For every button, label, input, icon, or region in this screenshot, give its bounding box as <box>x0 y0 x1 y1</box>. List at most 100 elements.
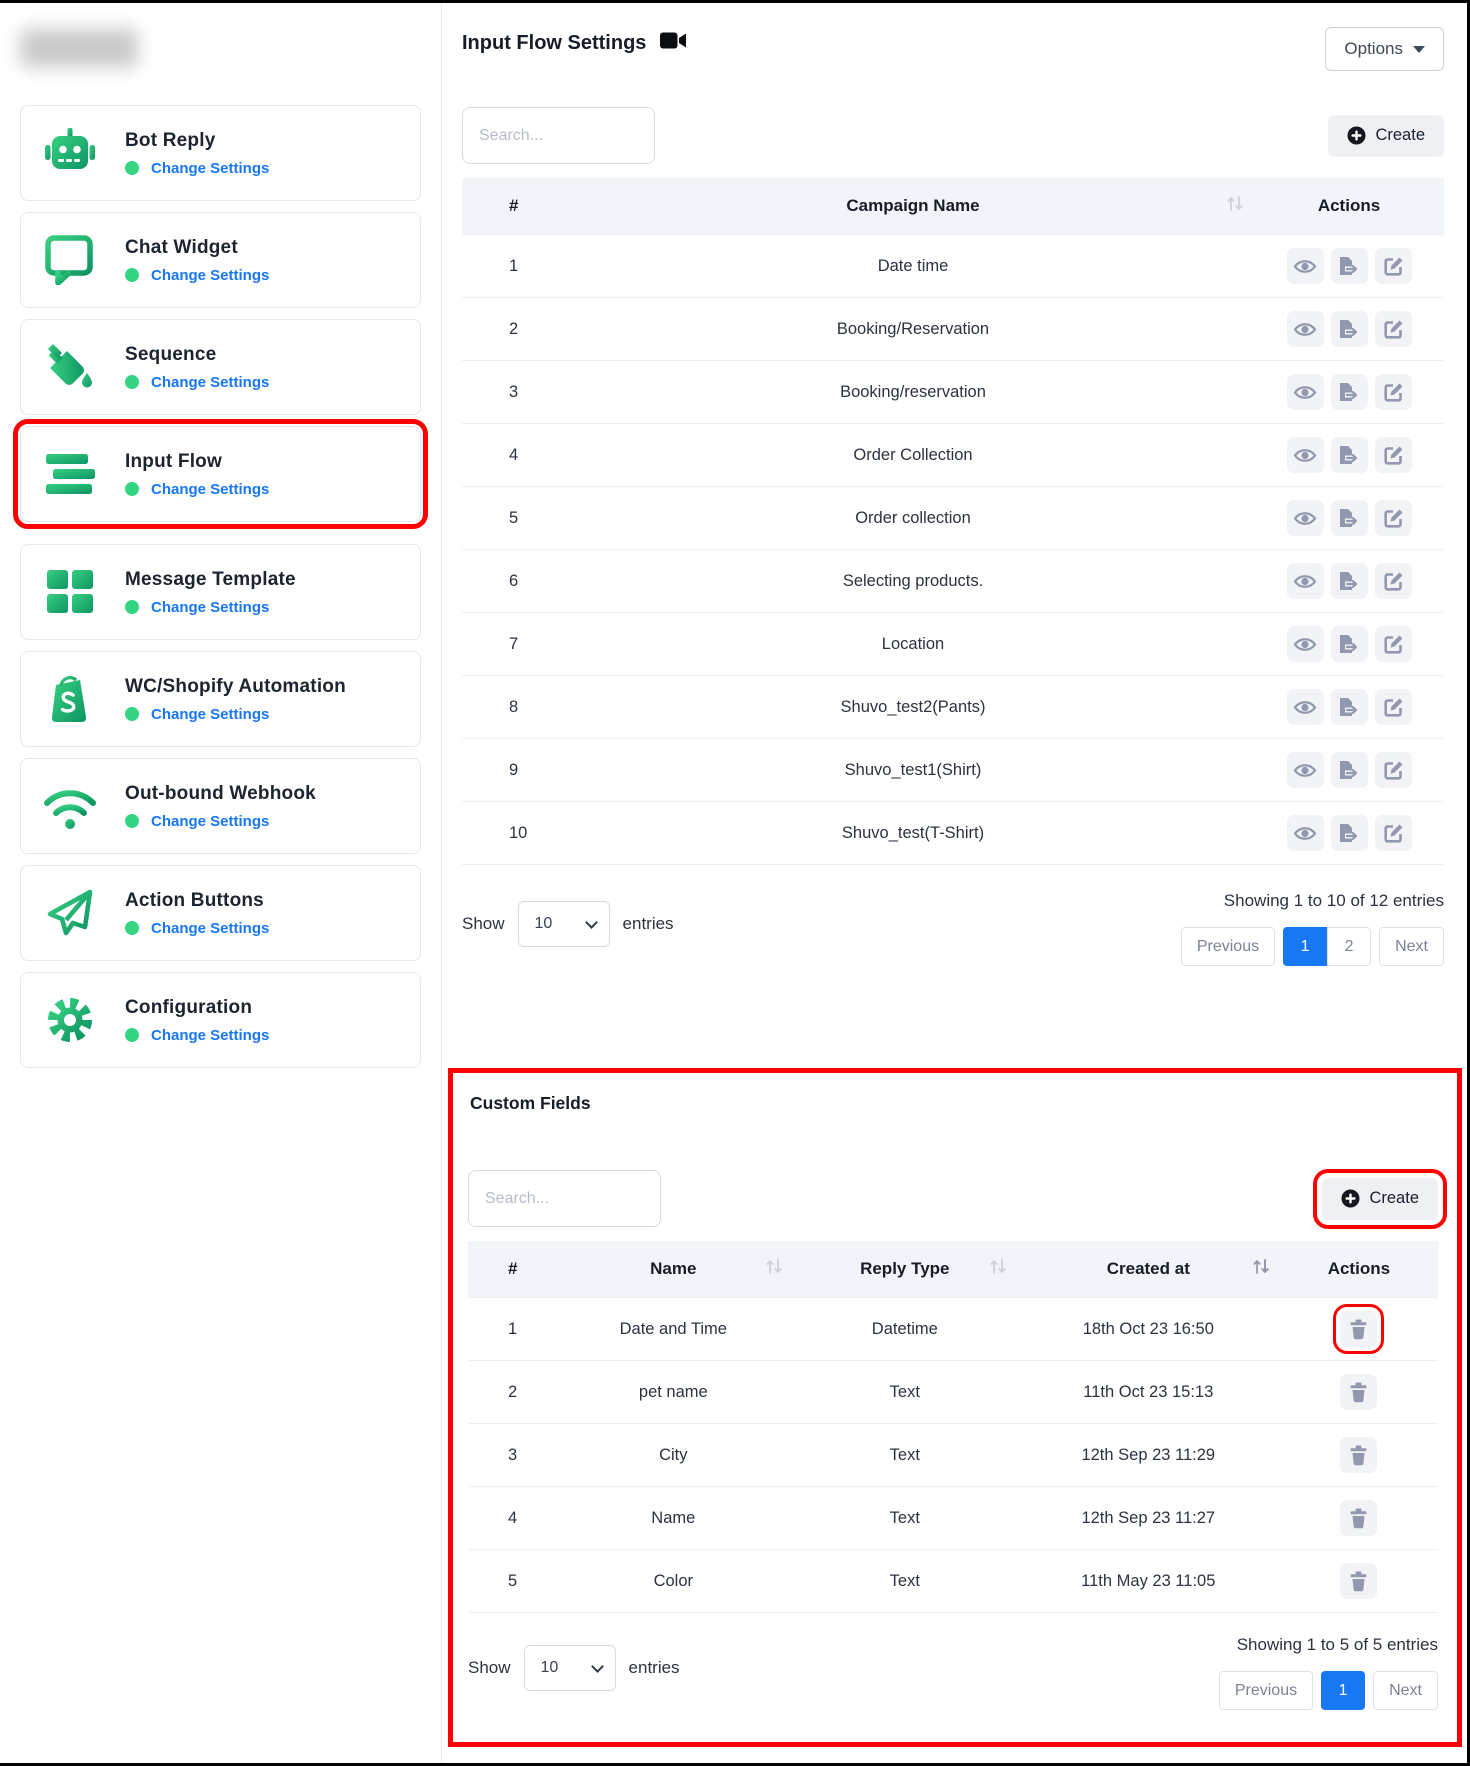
table-row: 4 Name Text 12th Sep 23 11:27 <box>468 1487 1438 1550</box>
export-button[interactable] <box>1331 311 1368 347</box>
previous-page-button[interactable]: Previous <box>1181 927 1275 966</box>
page-1-button[interactable]: 1 <box>1283 927 1327 966</box>
edit-button[interactable] <box>1375 626 1412 662</box>
delete-button[interactable] <box>1340 1437 1377 1473</box>
edit-button[interactable] <box>1375 374 1412 410</box>
export-button[interactable] <box>1331 815 1368 851</box>
main-content: Input Flow Settings Options Create # <box>442 3 1467 1763</box>
trash-icon <box>1349 1382 1368 1403</box>
page-1-button[interactable]: 1 <box>1321 1671 1365 1710</box>
export-button[interactable] <box>1331 563 1368 599</box>
sidebar-item-chat-widget[interactable]: Chat Widget Change Settings <box>20 212 421 308</box>
change-settings-link[interactable]: Change Settings <box>125 481 269 498</box>
table-row: 1 Date time <box>462 235 1444 298</box>
create-button[interactable]: Create <box>1328 115 1444 157</box>
campaign-name-cell: Order Collection <box>572 424 1254 487</box>
field-name-cell: Date and Time <box>554 1298 793 1361</box>
sidebar-item-out-bound-webhook[interactable]: Out-bound Webhook Change Settings <box>20 758 421 854</box>
page-size-select[interactable]: 10 <box>524 1645 616 1691</box>
sidebar-item-message-template[interactable]: Message Template Change Settings <box>20 544 421 640</box>
custom-fields-create-button[interactable]: Create <box>1322 1178 1438 1220</box>
view-button[interactable] <box>1287 689 1324 725</box>
status-dot <box>125 1028 139 1042</box>
edit-button[interactable] <box>1375 500 1412 536</box>
column-header-created-at[interactable]: Created at <box>1017 1241 1280 1298</box>
export-button[interactable] <box>1331 689 1368 725</box>
list-bars-icon <box>41 448 99 500</box>
view-button[interactable] <box>1287 815 1324 851</box>
change-settings-link[interactable]: Change Settings <box>125 1027 269 1044</box>
video-camera-icon[interactable] <box>660 31 687 55</box>
column-header-reply-type[interactable]: Reply Type <box>793 1241 1017 1298</box>
export-button[interactable] <box>1331 626 1368 662</box>
custom-fields-search-input[interactable] <box>468 1170 661 1227</box>
edit-button[interactable] <box>1375 689 1412 725</box>
view-button[interactable] <box>1287 248 1324 284</box>
edit-button[interactable] <box>1375 437 1412 473</box>
app-logo <box>20 29 138 67</box>
plus-circle-icon <box>1347 126 1366 145</box>
sidebar-item-input-flow[interactable]: Input Flow Change Settings <box>20 426 421 522</box>
edit-button[interactable] <box>1375 311 1412 347</box>
change-settings-link[interactable]: Change Settings <box>125 374 269 391</box>
sidebar-item-wc-shopify-automation[interactable]: WC/Shopify Automation Change Settings <box>20 651 421 747</box>
export-button[interactable] <box>1331 752 1368 788</box>
change-settings-link[interactable]: Change Settings <box>125 706 346 723</box>
sidebar-item-bot-reply[interactable]: Bot Reply Change Settings <box>20 105 421 201</box>
sidebar-item-configuration[interactable]: Configuration Change Settings <box>20 972 421 1068</box>
sort-icon[interactable] <box>765 1258 783 1280</box>
next-page-button[interactable]: Next <box>1379 927 1444 966</box>
column-header-name[interactable]: Name <box>554 1241 793 1298</box>
table-row: 6 Selecting products. <box>462 550 1444 613</box>
eye-icon <box>1293 510 1317 527</box>
change-settings-link[interactable]: Change Settings <box>125 160 269 177</box>
row-index: 8 <box>462 676 572 739</box>
search-input[interactable] <box>462 107 655 164</box>
change-settings-link[interactable]: Change Settings <box>125 920 269 937</box>
change-settings-link[interactable]: Change Settings <box>125 599 296 616</box>
edit-button[interactable] <box>1375 815 1412 851</box>
eye-icon <box>1293 258 1317 275</box>
edit-icon <box>1383 634 1404 655</box>
created-at-cell: 12th Sep 23 11:29 <box>1017 1424 1280 1487</box>
table-row: 3 City Text 12th Sep 23 11:29 <box>468 1424 1438 1487</box>
sidebar-item-label: Chat Widget <box>125 237 269 259</box>
view-button[interactable] <box>1287 374 1324 410</box>
change-settings-link[interactable]: Change Settings <box>125 813 316 830</box>
change-settings-link[interactable]: Change Settings <box>125 267 269 284</box>
export-button[interactable] <box>1331 437 1368 473</box>
view-button[interactable] <box>1287 311 1324 347</box>
campaign-name-cell: Booking/reservation <box>572 361 1254 424</box>
plus-circle-icon <box>1341 1189 1360 1208</box>
next-page-button[interactable]: Next <box>1373 1671 1438 1710</box>
delete-button[interactable] <box>1340 1563 1377 1599</box>
export-button[interactable] <box>1331 374 1368 410</box>
column-header-campaign-name[interactable]: Campaign Name <box>572 178 1254 235</box>
sidebar-item-sequence[interactable]: Sequence Change Settings <box>20 319 421 415</box>
export-button[interactable] <box>1331 248 1368 284</box>
sort-icon[interactable] <box>989 1258 1007 1280</box>
view-button[interactable] <box>1287 500 1324 536</box>
page-size-select[interactable]: 10 <box>518 901 610 947</box>
export-button[interactable] <box>1331 500 1368 536</box>
previous-page-button[interactable]: Previous <box>1219 1671 1313 1710</box>
options-button[interactable]: Options <box>1325 27 1444 71</box>
page-2-button[interactable]: 2 <box>1327 927 1371 966</box>
sort-icon[interactable] <box>1226 195 1244 217</box>
edit-button[interactable] <box>1375 752 1412 788</box>
status-dot <box>125 268 139 282</box>
delete-button[interactable] <box>1340 1311 1377 1347</box>
export-icon <box>1337 823 1361 843</box>
view-button[interactable] <box>1287 626 1324 662</box>
delete-button[interactable] <box>1340 1374 1377 1410</box>
edit-button[interactable] <box>1375 248 1412 284</box>
delete-button[interactable] <box>1340 1500 1377 1536</box>
trash-icon <box>1349 1571 1368 1592</box>
view-button[interactable] <box>1287 437 1324 473</box>
view-button[interactable] <box>1287 563 1324 599</box>
view-button[interactable] <box>1287 752 1324 788</box>
sort-icon-active[interactable] <box>1252 1258 1270 1280</box>
sidebar-item-action-buttons[interactable]: Action Buttons Change Settings <box>20 865 421 961</box>
robot-icon <box>41 127 99 179</box>
edit-button[interactable] <box>1375 563 1412 599</box>
